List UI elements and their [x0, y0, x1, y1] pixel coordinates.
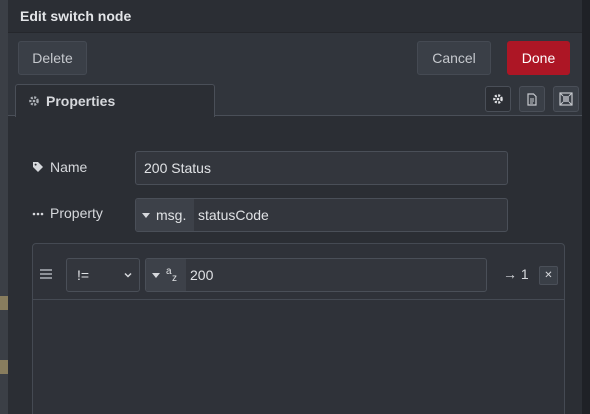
right-edge-strip — [582, 0, 590, 414]
gear-icon — [493, 94, 503, 104]
name-field-value: 200 Status — [144, 160, 211, 176]
property-type-label: msg. — [156, 207, 187, 223]
chevron-down-icon — [124, 272, 132, 278]
delete-button[interactable]: Delete — [18, 41, 87, 75]
rule-row: != az 200 → 1 ✕ — [33, 244, 564, 300]
tray-toolbar: Delete Cancel Done — [8, 32, 582, 78]
tag-icon — [33, 162, 43, 172]
left-edge-strip — [0, 0, 8, 414]
tab-properties-label: Properties — [46, 93, 116, 109]
property-type-dropdown[interactable]: msg. — [136, 199, 194, 231]
name-label-text: Name — [50, 159, 88, 175]
tab-properties[interactable]: Properties — [15, 84, 215, 117]
remove-rule-button[interactable]: ✕ — [539, 266, 558, 285]
rules-list: != az 200 → 1 ✕ — [32, 243, 565, 414]
done-button[interactable]: Done — [507, 41, 570, 75]
description-tab-button[interactable] — [519, 86, 545, 112]
caret-down-icon — [142, 212, 150, 218]
cancel-button[interactable]: Cancel — [417, 41, 491, 75]
property-field[interactable]: msg. statusCode — [135, 198, 508, 232]
caret-down-icon — [152, 272, 160, 278]
tab-bar: Properties — [8, 78, 582, 117]
document-icon — [527, 92, 537, 106]
properties-panel: Name 200 Status Property msg. statusCode… — [8, 117, 582, 414]
property-field-value: statusCode — [198, 207, 269, 223]
gear-icon — [29, 96, 39, 106]
property-label: Property — [32, 205, 103, 221]
property-label-text: Property — [50, 205, 103, 221]
name-label: Name — [32, 159, 87, 175]
edge-marker — [0, 360, 8, 374]
rule-value-field[interactable]: az 200 — [145, 258, 487, 292]
tray-title: Edit switch node — [8, 0, 582, 32]
value-type-dropdown[interactable]: az — [146, 259, 186, 291]
edit-tray: Edit switch node Delete Cancel Done Prop… — [8, 0, 582, 414]
ellipsis-icon — [32, 212, 44, 216]
edge-marker — [0, 296, 8, 310]
string-az-icon: az — [166, 266, 177, 284]
drag-handle-icon[interactable] — [40, 269, 52, 281]
rule-value: 200 — [190, 267, 214, 283]
operator-select[interactable]: != — [66, 258, 140, 292]
operator-value: != — [77, 267, 90, 283]
settings-tab-button[interactable] — [485, 86, 511, 112]
appearance-tab-button[interactable] — [553, 86, 579, 112]
frame-icon — [559, 92, 573, 106]
rule-output-label: → 1 — [503, 266, 529, 282]
name-field[interactable]: 200 Status — [135, 151, 508, 185]
